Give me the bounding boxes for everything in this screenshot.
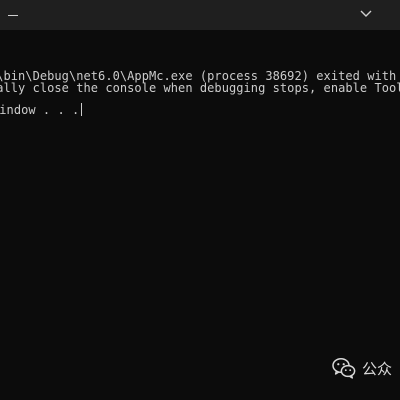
watermark: 公众 — [332, 354, 392, 382]
minimize-icon — [8, 15, 18, 16]
tab-dropdown-button[interactable] — [352, 0, 400, 30]
minimize-button[interactable] — [0, 0, 24, 30]
terminal-window: Mc\AppMc\bin\Debug\net6.0\AppMc.exe (pro… — [0, 0, 400, 400]
console-output[interactable]: Mc\AppMc\bin\Debug\net6.0\AppMc.exe (pro… — [0, 30, 400, 400]
chevron-down-icon — [360, 10, 372, 17]
console-line-text: window . . . — [0, 103, 80, 117]
text-cursor — [81, 103, 83, 116]
title-bar — [0, 0, 400, 30]
console-line: utomatically close the console when debu… — [0, 81, 400, 95]
watermark-text: 公众 — [362, 359, 393, 378]
wechat-icon — [332, 357, 356, 379]
console-line: window . . . — [0, 103, 83, 118]
